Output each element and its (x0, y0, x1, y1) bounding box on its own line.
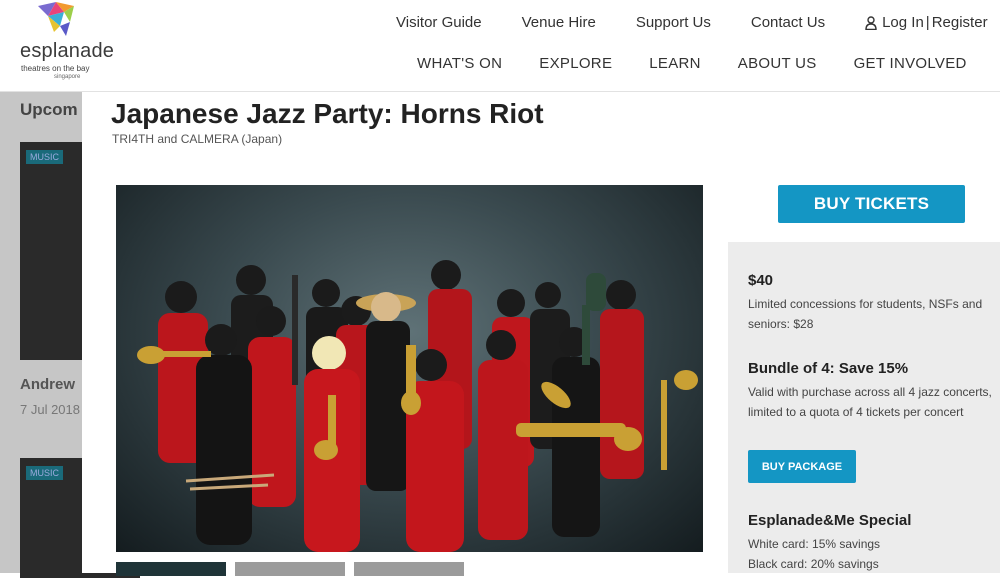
band-photo (137, 260, 698, 552)
nav-learn[interactable]: LEARN (649, 55, 701, 72)
pricing-panel: $40 Limited concessions for students, NS… (728, 242, 1000, 573)
thumbnail-strip (116, 562, 473, 576)
login-link[interactable]: Log In (882, 14, 924, 31)
user-icon (865, 15, 877, 30)
logo-mark-icon (38, 2, 74, 36)
special-title: Esplanade&Me Special (748, 512, 912, 529)
event-subtitle: TRI4TH and CALMERA (Japan) (112, 132, 283, 146)
brand-location: singapore (54, 74, 81, 80)
event-title: Japanese Jazz Party: Horns Riot (111, 98, 544, 129)
nav-support-us[interactable]: Support Us (636, 14, 711, 31)
auth-separator: | (925, 14, 930, 31)
thumbnail[interactable] (354, 562, 464, 576)
bg-card-tag: MUSIC (26, 466, 63, 480)
nav-explore[interactable]: EXPLORE (539, 55, 612, 72)
price-standard: $40 Limited concessions for students, NS… (748, 272, 998, 334)
price-special: Esplanade&Me Special White card: 15% sav… (748, 512, 998, 574)
price-bundle: Bundle of 4: Save 15% Valid with purchas… (748, 360, 998, 422)
bg-card-name: Andrew (20, 376, 76, 393)
buy-tickets-button[interactable]: BUY TICKETS (778, 185, 965, 223)
price-amount: $40 (748, 272, 774, 289)
bg-section-title: Upcom (20, 100, 78, 119)
site-header: esplanade theatres on the bay singapore … (0, 0, 1000, 92)
bg-card-tag: MUSIC (26, 150, 63, 164)
auth-links: Log In | Register (865, 14, 988, 31)
event-modal: Japanese Jazz Party: Horns Riot TRI4TH a… (82, 92, 1000, 576)
nav-visitor-guide[interactable]: Visitor Guide (396, 14, 482, 31)
thumbnail[interactable] (235, 562, 345, 576)
register-link[interactable]: Register (932, 14, 988, 31)
nav-venue-hire[interactable]: Venue Hire (522, 14, 596, 31)
nav-get-involved[interactable]: GET INVOLVED (854, 55, 967, 72)
nav-contact-us[interactable]: Contact Us (751, 14, 825, 31)
special-black-card: Black card: 20% savings (748, 557, 879, 571)
event-hero-image (116, 185, 703, 552)
bg-card-date: 7 Jul 2018 (20, 402, 80, 417)
brand-name: esplanade (20, 40, 115, 62)
thumbnail[interactable] (116, 562, 226, 576)
price-concessions: Limited concessions for students, NSFs a… (748, 297, 983, 331)
special-white-card: White card: 15% savings (748, 537, 881, 551)
brand-tagline: theatres on the bay (21, 64, 90, 73)
esplanade-logo[interactable]: esplanade theatres on the bay singapore (18, 2, 114, 86)
nav-about-us[interactable]: ABOUT US (738, 55, 817, 72)
bundle-description: Valid with purchase across all 4 jazz co… (748, 385, 992, 419)
main-nav: WHAT'S ON EXPLORE LEARN ABOUT US GET INV… (417, 55, 967, 72)
nav-whats-on[interactable]: WHAT'S ON (417, 55, 502, 72)
bundle-title: Bundle of 4: Save 15% (748, 360, 909, 377)
utility-nav: Visitor Guide Venue Hire Support Us Cont… (396, 14, 988, 31)
buy-package-button[interactable]: BUY PACKAGE (748, 450, 856, 483)
